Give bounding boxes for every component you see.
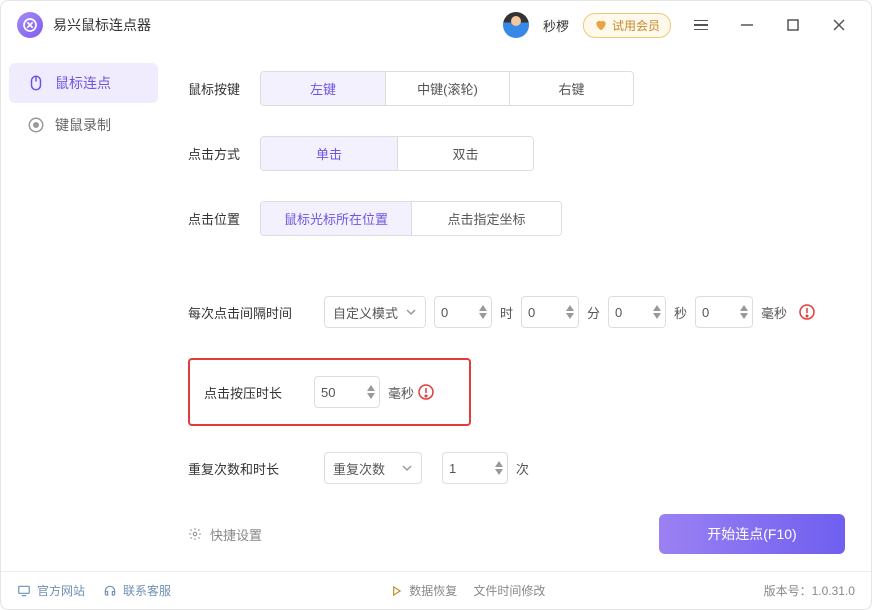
maximize-button[interactable] bbox=[777, 9, 809, 41]
minimize-icon bbox=[739, 17, 755, 33]
avatar[interactable] bbox=[503, 12, 529, 38]
interval-hours-spinner[interactable]: 0 bbox=[434, 296, 492, 328]
repeat-label: 重复次数和时长 bbox=[188, 459, 316, 478]
repeat-mode-select[interactable]: 重复次数 bbox=[324, 452, 422, 484]
trial-label: 试用会员 bbox=[612, 17, 660, 34]
press-duration-spinner[interactable]: 50 bbox=[314, 376, 380, 408]
official-site-link[interactable]: 官方网站 bbox=[17, 582, 85, 599]
interval-seconds-spinner[interactable]: 0 bbox=[608, 296, 666, 328]
start-button[interactable]: 开始连点(F10) bbox=[659, 514, 845, 554]
interval-mode-value: 自定义模式 bbox=[333, 303, 398, 322]
click-position-label: 点击位置 bbox=[188, 209, 260, 228]
gear-icon bbox=[188, 527, 202, 541]
data-recovery-link[interactable]: 数据恢复 bbox=[389, 582, 457, 599]
repeat-unit: 次 bbox=[516, 459, 529, 478]
repeat-count-spinner[interactable]: 1 bbox=[442, 452, 508, 484]
click-mode-double[interactable]: 双击 bbox=[397, 137, 533, 170]
mouse-button-label: 鼠标按键 bbox=[188, 79, 260, 98]
mouse-icon bbox=[27, 74, 45, 92]
ms-unit: 毫秒 bbox=[761, 303, 787, 322]
heart-icon bbox=[594, 18, 608, 32]
sidebar-item-label: 鼠标连点 bbox=[55, 73, 111, 93]
start-button-label: 开始连点(F10) bbox=[707, 524, 796, 544]
maximize-icon bbox=[785, 17, 801, 33]
app-title: 易兴鼠标连点器 bbox=[53, 15, 151, 35]
mouse-button-right[interactable]: 右键 bbox=[509, 72, 633, 105]
sidebar-item-label: 键鼠录制 bbox=[55, 115, 111, 135]
warning-icon[interactable] bbox=[799, 304, 815, 320]
interval-ms-spinner[interactable]: 0 bbox=[695, 296, 753, 328]
mouse-button-group: 左键 中键(滚轮) 右键 bbox=[260, 71, 634, 106]
quick-settings-link[interactable]: 快捷设置 bbox=[188, 525, 262, 544]
hamburger-button[interactable] bbox=[685, 9, 717, 41]
click-position-group: 鼠标光标所在位置 点击指定坐标 bbox=[260, 201, 562, 236]
username: 秒椤 bbox=[543, 16, 569, 35]
interval-label: 每次点击间隔时间 bbox=[188, 303, 316, 322]
record-icon bbox=[27, 116, 45, 134]
click-position-cursor[interactable]: 鼠标光标所在位置 bbox=[261, 202, 411, 235]
main-content: 鼠标按键 左键 中键(滚轮) 右键 点击方式 单击 双击 点击位置 鼠标光标所在… bbox=[166, 49, 871, 571]
click-mode-label: 点击方式 bbox=[188, 144, 260, 163]
click-position-coord[interactable]: 点击指定坐标 bbox=[411, 202, 561, 235]
mouse-button-left[interactable]: 左键 bbox=[261, 72, 385, 105]
minutes-unit: 分 bbox=[587, 303, 600, 322]
sidebar-item-mouse-click[interactable]: 鼠标连点 bbox=[9, 63, 158, 103]
monitor-icon bbox=[17, 584, 31, 598]
contact-link[interactable]: 联系客服 bbox=[103, 582, 171, 599]
press-duration-label: 点击按压时长 bbox=[204, 383, 314, 402]
press-duration-unit: 毫秒 bbox=[388, 383, 414, 402]
quick-settings-label: 快捷设置 bbox=[210, 525, 262, 544]
click-mode-single[interactable]: 单击 bbox=[261, 137, 397, 170]
file-time-mod-link[interactable]: 文件时间修改 bbox=[473, 582, 545, 599]
sidebar: 鼠标连点 键鼠录制 bbox=[1, 49, 166, 571]
interval-mode-select[interactable]: 自定义模式 bbox=[324, 296, 426, 328]
click-mode-group: 单击 双击 bbox=[260, 136, 534, 171]
sidebar-item-record[interactable]: 键鼠录制 bbox=[9, 105, 158, 145]
hamburger-icon bbox=[694, 20, 708, 31]
minimize-button[interactable] bbox=[731, 9, 763, 41]
close-icon bbox=[831, 17, 847, 33]
chevron-down-icon bbox=[405, 306, 417, 318]
chevron-down-icon bbox=[401, 462, 413, 474]
statusbar: 官方网站 联系客服 数据恢复 文件时间修改 版本号：1.0.31.0 bbox=[1, 571, 871, 609]
hours-unit: 时 bbox=[500, 303, 513, 322]
app-logo bbox=[17, 12, 43, 38]
recovery-icon bbox=[389, 584, 403, 598]
seconds-unit: 秒 bbox=[674, 303, 687, 322]
titlebar: 易兴鼠标连点器 秒椤 试用会员 bbox=[1, 1, 871, 49]
mouse-button-middle[interactable]: 中键(滚轮) bbox=[385, 72, 509, 105]
version-text: 版本号：1.0.31.0 bbox=[764, 582, 855, 599]
interval-minutes-spinner[interactable]: 0 bbox=[521, 296, 579, 328]
trial-badge[interactable]: 试用会员 bbox=[583, 13, 671, 38]
repeat-mode-value: 重复次数 bbox=[333, 459, 385, 478]
close-button[interactable] bbox=[823, 9, 855, 41]
headset-icon bbox=[103, 584, 117, 598]
press-duration-highlight: 点击按压时长 50 毫秒 bbox=[188, 358, 471, 426]
warning-icon[interactable] bbox=[418, 384, 434, 400]
